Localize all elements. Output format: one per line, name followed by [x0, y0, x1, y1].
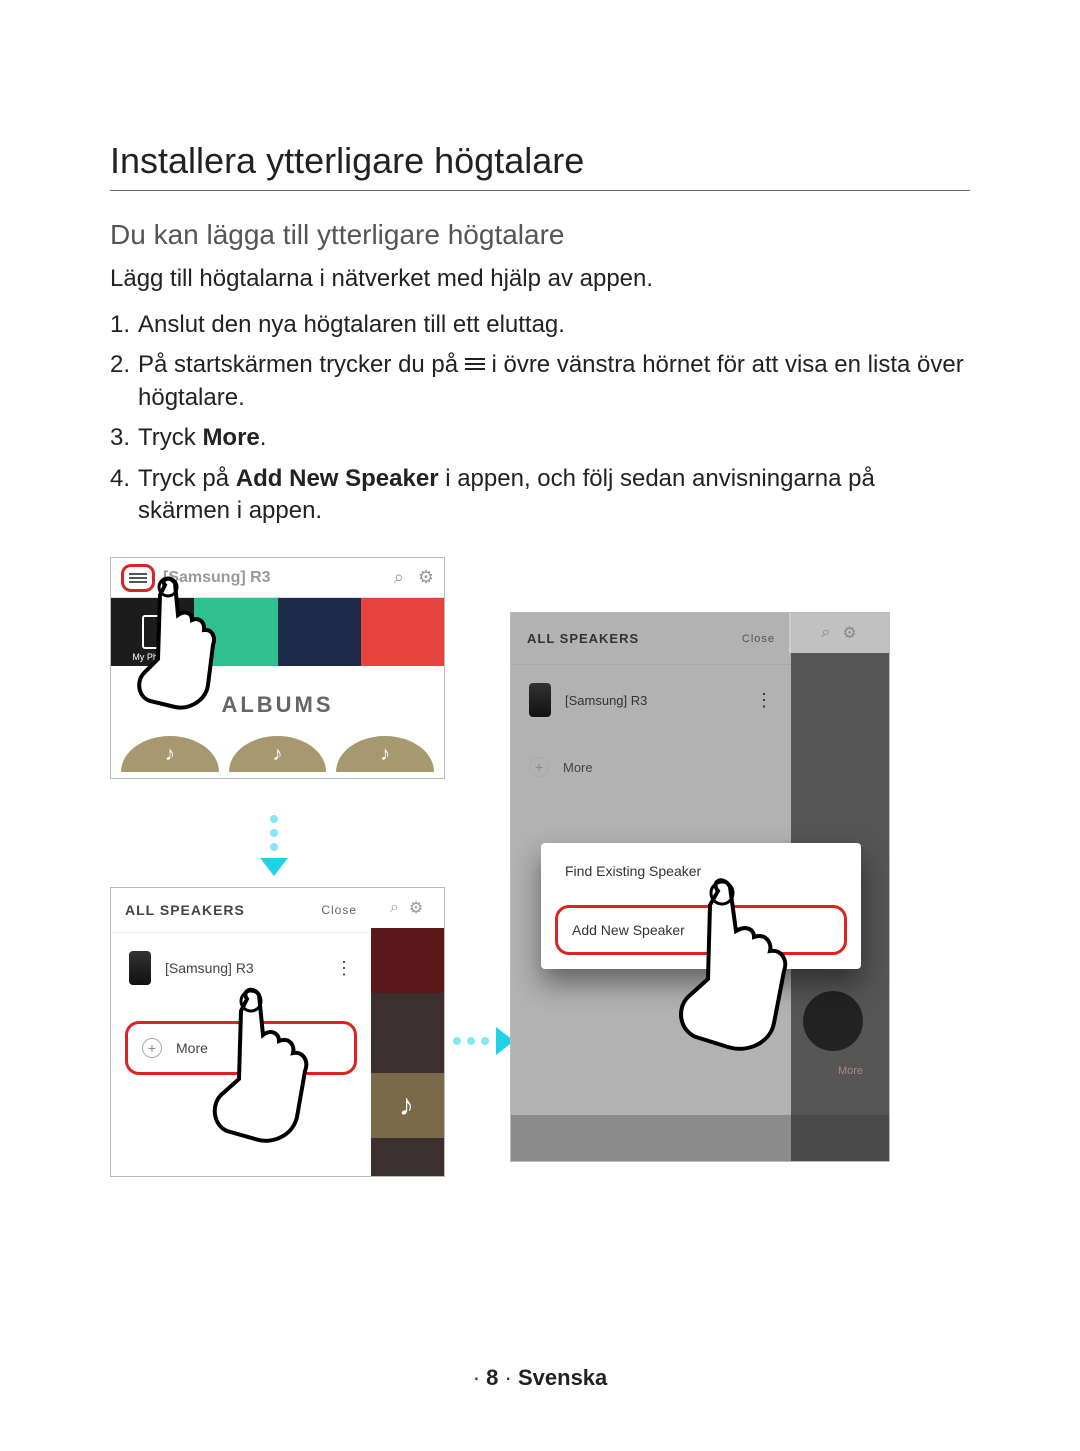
search-icon[interactable]: ⌕	[390, 899, 399, 917]
album-thumb[interactable]: ♪	[229, 736, 327, 772]
step-2: På startskärmen trycker du på i övre vän…	[110, 349, 970, 414]
album-thumb[interactable]: ♪	[121, 736, 219, 772]
page-number: 8	[486, 1365, 498, 1390]
plus-icon: +	[142, 1038, 162, 1058]
page-language: Svenska	[518, 1365, 607, 1390]
arrow-down-icon	[260, 812, 288, 876]
page-subheading: Du kan lägga till ytterligare högtalare	[110, 219, 970, 251]
close-button[interactable]: Close	[742, 633, 775, 645]
kebab-menu-icon[interactable]: ⋮	[755, 690, 773, 711]
arrow-right-icon	[450, 1027, 514, 1055]
plus-icon: +	[529, 757, 549, 777]
speaker-name: [Samsung] R3	[565, 693, 647, 708]
speaker-name: [Samsung] R3	[165, 960, 254, 976]
step-3-part-c: .	[260, 424, 267, 451]
intro-text: Lägg till högtalarna i nätverket med hjä…	[110, 265, 970, 293]
more-label: More	[176, 1040, 208, 1056]
diagram-area: [Samsung] R3 ⌕ ⚙ My Phone ALBUMS ♪ ♪ ♪	[110, 557, 970, 1257]
tap-hand-icon	[205, 987, 345, 1147]
settings-icon[interactable]: ⚙	[842, 623, 856, 643]
more-label: More	[563, 760, 593, 775]
bottom-more-label: More	[838, 1065, 863, 1077]
settings-icon[interactable]: ⚙	[409, 898, 423, 918]
tap-hand-icon	[130, 575, 250, 715]
step-1: Anslut den nya högtalaren till ett elutt…	[110, 309, 970, 341]
page-footer: · 8 · Svenska	[0, 1365, 1080, 1391]
kebab-menu-icon[interactable]: ⋮	[335, 958, 353, 979]
step-3-bold: More	[202, 424, 259, 451]
settings-icon[interactable]: ⚙	[418, 567, 434, 588]
music-note-icon: ♪	[369, 1073, 444, 1138]
search-icon[interactable]: ⌕	[821, 624, 830, 642]
speaker-icon	[129, 951, 151, 985]
speaker-icon	[529, 683, 551, 717]
tap-hand-icon	[670, 877, 830, 1057]
album-thumb[interactable]: ♪	[336, 736, 434, 772]
all-speakers-header: ALL SPEAKERS	[125, 902, 245, 918]
step-4-part-a: Tryck på	[138, 465, 236, 492]
close-button[interactable]: Close	[321, 903, 357, 917]
all-speakers-header: ALL SPEAKERS	[527, 631, 639, 646]
step-3-part-a: Tryck	[138, 424, 202, 451]
tile-red[interactable]	[361, 598, 444, 666]
hamburger-menu-icon	[465, 355, 485, 373]
page-heading: Installera ytterligare högtalare	[110, 140, 970, 191]
more-row[interactable]: + More	[511, 735, 791, 799]
step-4-bold: Add New Speaker	[236, 465, 439, 492]
tile-navy[interactable]	[278, 598, 361, 666]
step-3: Tryck More.	[110, 422, 970, 454]
playbar[interactable]	[511, 1115, 889, 1161]
speaker-list-item[interactable]: [Samsung] R3 ⋮	[511, 664, 791, 735]
search-icon[interactable]: ⌕	[394, 567, 404, 588]
step-2-part-a: På startskärmen trycker du på	[138, 351, 465, 378]
step-4: Tryck på Add New Speaker i appen, och fö…	[110, 463, 970, 528]
steps-list: Anslut den nya högtalaren till ett elutt…	[110, 309, 970, 527]
